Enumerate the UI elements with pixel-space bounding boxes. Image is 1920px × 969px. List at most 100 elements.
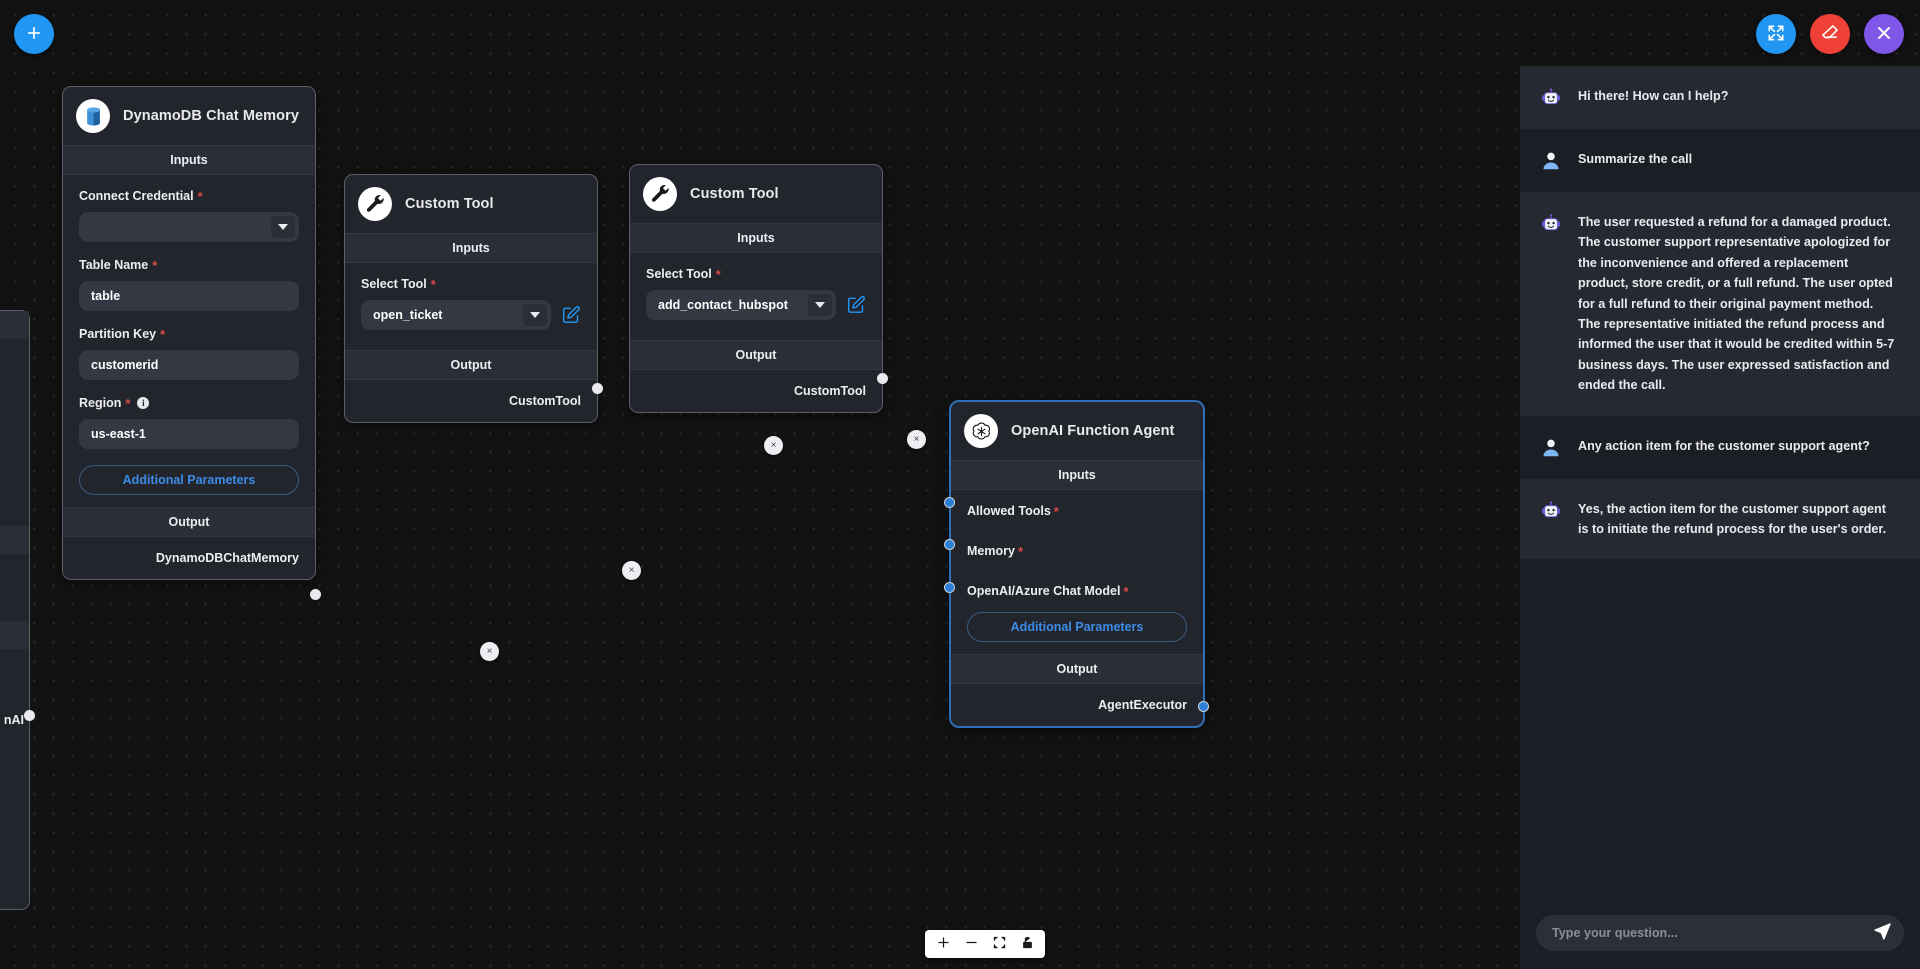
- chat-input-box[interactable]: [1536, 915, 1904, 951]
- inputs-section-header: Inputs: [951, 460, 1203, 490]
- agent-executor-output-anchor[interactable]: [1198, 701, 1209, 712]
- lock-canvas-button[interactable]: [1014, 933, 1040, 955]
- offscreen-node-output-label: nAI: [3, 713, 24, 727]
- partition-key-input[interactable]: customerid: [79, 350, 299, 380]
- robot-avatar-icon: [1540, 87, 1562, 109]
- required-asterisk: *: [1123, 583, 1129, 599]
- dynamodb-icon: [76, 99, 110, 133]
- chat-message-text: Summarize the call: [1578, 152, 1693, 166]
- top-right-actions: [1756, 14, 1904, 54]
- edge-delete-button[interactable]: ×: [764, 436, 783, 455]
- node-openai-function-agent[interactable]: OpenAI Function Agent Inputs Allowed Too…: [950, 401, 1204, 727]
- required-asterisk: *: [1053, 503, 1059, 519]
- chat-panel: Hi there! How can I help? Summarize the …: [1520, 66, 1920, 969]
- required-asterisk: *: [197, 188, 203, 204]
- offscreen-node-output-anchor[interactable]: [24, 710, 35, 721]
- edge-delete-button[interactable]: ×: [622, 561, 641, 580]
- additional-parameters-button[interactable]: Additional Parameters: [79, 465, 299, 495]
- required-asterisk: *: [125, 395, 131, 411]
- field-label: Partition Key *: [79, 326, 166, 342]
- node-header: Custom Tool: [345, 175, 597, 233]
- required-asterisk: *: [160, 326, 166, 342]
- allowed-tools-input-anchor[interactable]: [944, 497, 955, 508]
- chat-message: Summarize the call: [1520, 129, 1920, 192]
- additional-parameters-button[interactable]: Additional Parameters: [967, 612, 1187, 642]
- input-memory: Memory *: [967, 543, 1023, 559]
- expand-chat-button[interactable]: [1756, 14, 1796, 54]
- robot-avatar-icon: [1540, 500, 1562, 522]
- fit-view-icon: [992, 935, 1007, 953]
- chat-message-text: Yes, the action item for the customer su…: [1578, 501, 1887, 536]
- field-label: Table Name *: [79, 257, 158, 273]
- input-chat-model: OpenAI/Azure Chat Model *: [967, 583, 1129, 599]
- select-tool-dropdown[interactable]: add_contact_hubspot: [646, 290, 836, 320]
- connect-credential-select[interactable]: [79, 212, 299, 242]
- node-body: Connect Credential * Table Name * table …: [63, 175, 315, 507]
- zoom-out-button[interactable]: [958, 933, 984, 955]
- field-connect-credential: Connect Credential *: [79, 189, 299, 242]
- table-name-input[interactable]: table: [79, 281, 299, 311]
- edge-delete-button[interactable]: ×: [907, 430, 926, 449]
- inputs-section-header: Inputs: [630, 223, 882, 253]
- edit-icon[interactable]: [561, 305, 581, 325]
- region-input[interactable]: us-east-1: [79, 419, 299, 449]
- eraser-icon: [1820, 23, 1840, 46]
- chat-question-input[interactable]: [1552, 926, 1865, 940]
- chat-model-input-anchor[interactable]: [944, 582, 955, 593]
- openai-icon: [964, 414, 998, 448]
- chat-message-list[interactable]: Hi there! How can I help? Summarize the …: [1520, 66, 1920, 901]
- chevron-down-icon[interactable]: [808, 294, 832, 316]
- output-section-header: Output: [345, 350, 597, 380]
- node-body: Select Tool * open_ticket: [345, 263, 597, 350]
- send-message-button[interactable]: [1873, 922, 1892, 944]
- fit-view-button[interactable]: [986, 933, 1012, 955]
- output-label: DynamoDBChatMemory: [155, 551, 299, 565]
- required-asterisk: *: [430, 276, 436, 292]
- field-label: Region * i: [79, 396, 299, 410]
- node-title: Custom Tool: [690, 186, 779, 202]
- wrench-icon: [358, 187, 392, 221]
- zoom-in-button[interactable]: [930, 933, 956, 955]
- output-label: CustomTool: [509, 394, 581, 408]
- output-label: CustomTool: [794, 384, 866, 398]
- app-root: nAI × × × × DynamoDB Chat Memory Inputs …: [0, 0, 1920, 969]
- info-icon[interactable]: i: [137, 397, 150, 409]
- chevron-down-icon[interactable]: [271, 216, 295, 238]
- node-title: OpenAI Function Agent: [1011, 423, 1175, 439]
- select-tool-dropdown[interactable]: open_ticket: [361, 300, 551, 330]
- edge-delete-button[interactable]: ×: [480, 642, 499, 661]
- field-label: Select Tool *: [646, 266, 721, 282]
- node-header: Custom Tool: [630, 165, 882, 223]
- output-label: AgentExecutor: [1098, 698, 1187, 712]
- node-body: Select Tool * add_contact_hubspot: [630, 253, 882, 340]
- chat-message-text: The user requested a refund for a damage…: [1578, 215, 1895, 393]
- custom-tool-1-output-anchor[interactable]: [592, 383, 603, 394]
- close-icon: [1874, 23, 1894, 46]
- add-node-button[interactable]: [14, 14, 54, 54]
- chat-message: Any action item for the customer support…: [1520, 415, 1920, 479]
- node-title: Custom Tool: [405, 196, 494, 212]
- field-partition-key: Partition Key * customerid: [79, 327, 299, 380]
- plus-icon: [24, 23, 44, 46]
- custom-tool-2-output-anchor[interactable]: [877, 373, 888, 384]
- robot-avatar-icon: [1540, 213, 1562, 235]
- required-asterisk: *: [715, 266, 721, 282]
- clear-chat-button[interactable]: [1810, 14, 1850, 54]
- offscreen-node-left[interactable]: nAI: [0, 310, 30, 910]
- chevron-down-icon[interactable]: [523, 304, 547, 326]
- node-custom-tool-1[interactable]: Custom Tool Inputs Select Tool * open_ti…: [344, 174, 598, 423]
- node-header: DynamoDB Chat Memory: [63, 87, 315, 145]
- edit-icon[interactable]: [846, 295, 866, 315]
- field-region: Region * i us-east-1: [79, 396, 299, 449]
- chat-message-text: Hi there! How can I help?: [1578, 89, 1729, 103]
- close-chat-button[interactable]: [1864, 14, 1904, 54]
- dynamodb-output-anchor[interactable]: [310, 589, 321, 600]
- node-dynamodb-chat-memory[interactable]: DynamoDB Chat Memory Inputs Connect Cred…: [62, 86, 316, 580]
- inputs-section-header: Inputs: [63, 145, 315, 175]
- output-section-header: Output: [63, 507, 315, 537]
- user-avatar-icon: [1540, 150, 1562, 172]
- node-custom-tool-2[interactable]: Custom Tool Inputs Select Tool * add_con…: [629, 164, 883, 413]
- required-asterisk: *: [152, 257, 158, 273]
- output-section-header: Output: [951, 654, 1203, 684]
- memory-input-anchor[interactable]: [944, 539, 955, 550]
